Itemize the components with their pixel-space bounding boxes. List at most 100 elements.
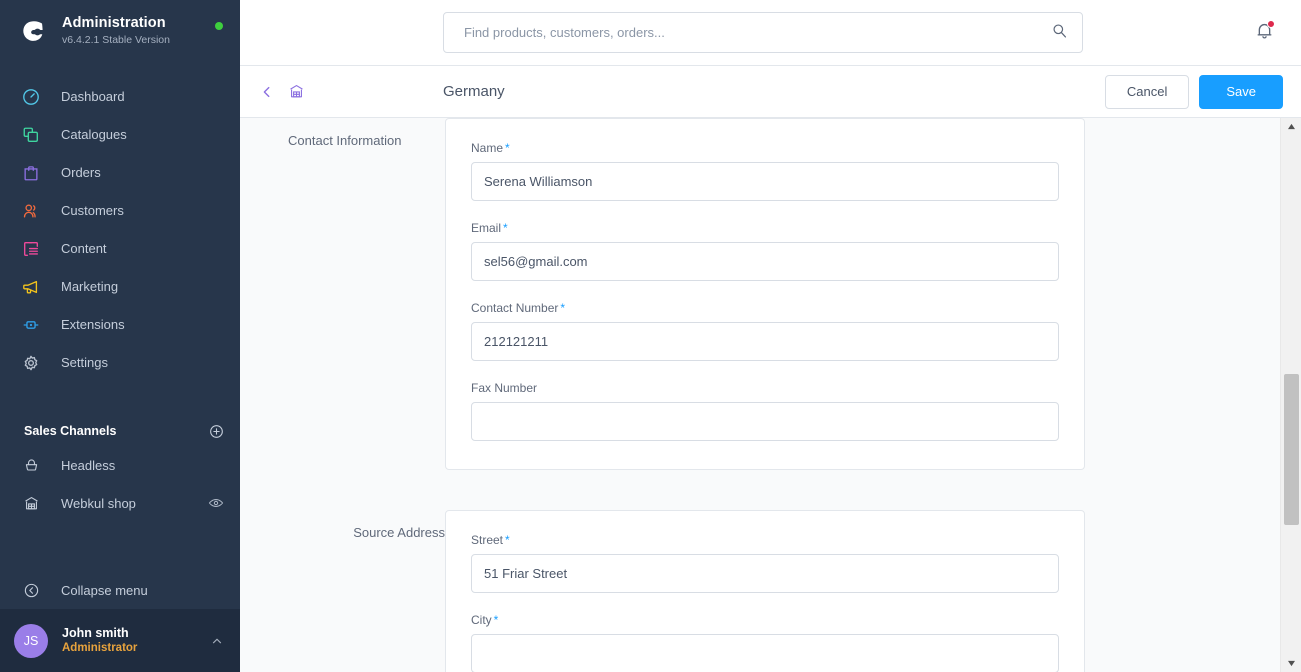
user-role: Administrator xyxy=(62,642,138,654)
required-marker: * xyxy=(493,613,499,627)
sidebar-item-label: Dashboard xyxy=(61,89,125,104)
field-label: Email * xyxy=(471,221,1059,235)
search-input[interactable] xyxy=(464,25,1051,40)
storefront-icon[interactable] xyxy=(288,83,305,100)
scroll-up-icon[interactable] xyxy=(1281,118,1301,135)
section-label: Contact Information xyxy=(288,133,402,148)
notification-badge xyxy=(1267,20,1275,28)
field-name: Name * xyxy=(471,141,1059,201)
email-input[interactable] xyxy=(471,242,1059,281)
sidebar-item-catalogues[interactable]: Catalogues xyxy=(0,116,240,154)
page-header: Germany Cancel Save xyxy=(240,66,1301,118)
sidebar-item-webkul-shop[interactable]: Webkul shop xyxy=(0,484,240,522)
cancel-button[interactable]: Cancel xyxy=(1104,74,1190,109)
contact-information-card: Name* Email* Contact Num xyxy=(445,118,1085,470)
eye-icon[interactable] xyxy=(208,495,224,511)
field-email: Email * xyxy=(471,221,1059,281)
field-label: City * xyxy=(471,613,1059,627)
required-marker: * xyxy=(560,301,566,315)
shopware-logo-icon xyxy=(16,14,50,48)
fax-number-input[interactable] xyxy=(471,402,1059,441)
sidebar-item-marketing[interactable]: Marketing xyxy=(0,268,240,306)
collapse-menu-button[interactable]: Collapse menu xyxy=(0,571,240,609)
field-label: Name * xyxy=(471,141,1059,155)
user-meta: John smith Administrator xyxy=(62,625,210,656)
form-scroll-area: Contact Information Name* Email* xyxy=(240,118,1280,672)
field-city: City * xyxy=(471,613,1059,672)
field-label-text: Street xyxy=(471,533,504,547)
page-title: Germany xyxy=(443,83,505,100)
sidebar-item-label: Catalogues xyxy=(61,127,127,142)
field-label: Street * xyxy=(471,533,1059,547)
search-icon[interactable] xyxy=(1051,22,1068,44)
status-dot-icon xyxy=(215,22,223,30)
content-icon xyxy=(20,238,42,260)
field-label: Fax Number xyxy=(471,381,1059,395)
extensions-icon xyxy=(20,314,42,336)
notification-bell-button[interactable] xyxy=(1249,18,1279,48)
sidebar-item-settings[interactable]: Settings xyxy=(0,344,240,382)
main-area: Germany Cancel Save Contact Information … xyxy=(240,0,1301,672)
sales-channels-header: Sales Channels xyxy=(0,416,240,446)
field-contact-number: Contact Number * xyxy=(471,301,1059,361)
field-label-text: Contact Number xyxy=(471,301,559,315)
customers-icon xyxy=(20,200,42,222)
sales-channels-title: Sales Channels xyxy=(24,424,117,438)
content-scroll-region: Contact Information Name* Email* xyxy=(240,118,1301,672)
sidebar-item-orders[interactable]: Orders xyxy=(0,154,240,192)
city-input[interactable] xyxy=(471,634,1059,672)
required-marker: * xyxy=(503,221,508,235)
user-profile-bar[interactable]: JS John smith Administrator xyxy=(0,609,240,672)
street-input[interactable] xyxy=(471,554,1059,593)
vertical-scrollbar[interactable] xyxy=(1280,118,1301,672)
user-name: John smith xyxy=(62,626,129,640)
collapse-icon xyxy=(20,579,42,601)
save-button[interactable]: Save xyxy=(1199,74,1283,109)
sidebar-item-headless[interactable]: Headless xyxy=(0,446,240,484)
chevron-up-icon[interactable] xyxy=(210,634,224,648)
settings-icon xyxy=(20,352,42,374)
sidebar-item-dashboard[interactable]: Dashboard xyxy=(0,78,240,116)
sidebar-item-label: Content xyxy=(61,241,107,256)
sidebar-item-extensions[interactable]: Extensions xyxy=(0,306,240,344)
plus-circle-icon[interactable] xyxy=(209,424,224,439)
brand-title: Administration xyxy=(62,15,166,31)
orders-icon xyxy=(20,162,42,184)
catalogues-icon xyxy=(20,124,42,146)
sidebar-item-customers[interactable]: Customers xyxy=(0,192,240,230)
main-navigation: Dashboard Catalogues Orders Customers Co… xyxy=(0,78,240,382)
sidebar-item-label: Extensions xyxy=(61,317,125,332)
avatar: JS xyxy=(14,623,48,658)
field-label: Contact Number * xyxy=(471,301,1059,315)
required-marker: * xyxy=(505,533,510,547)
name-input[interactable] xyxy=(471,162,1059,201)
section-source-address: Source Address Street* City* xyxy=(240,510,1280,672)
sidebar-item-content[interactable]: Content xyxy=(0,230,240,268)
storefront-icon xyxy=(20,492,42,514)
field-label-text: Fax Number xyxy=(471,381,538,395)
sidebar-item-label: Settings xyxy=(61,355,108,370)
sidebar-item-label: Customers xyxy=(61,203,124,218)
chevron-left-icon[interactable] xyxy=(256,81,278,103)
section-label: Source Address xyxy=(353,525,445,540)
scroll-down-icon[interactable] xyxy=(1281,655,1301,672)
brand-header[interactable]: Administration v6.4.2.1 Stable Version xyxy=(0,0,240,58)
marketing-icon xyxy=(20,276,42,298)
search-box[interactable] xyxy=(443,12,1083,53)
top-bar xyxy=(240,0,1301,66)
brand-version: v6.4.2.1 Stable Version xyxy=(62,34,170,46)
field-label-text: Email xyxy=(471,221,502,235)
collapse-menu-label: Collapse menu xyxy=(61,582,148,598)
sidebar-item-label: Orders xyxy=(61,165,101,180)
contact-number-input[interactable] xyxy=(471,322,1059,361)
sidebar-item-label: Webkul shop xyxy=(61,495,136,511)
headless-icon xyxy=(20,454,42,476)
sidebar-item-label: Marketing xyxy=(61,279,119,294)
field-label-text: Name xyxy=(471,141,504,155)
header-actions: Cancel Save xyxy=(1104,74,1283,109)
field-street: Street * xyxy=(471,533,1059,593)
search-container xyxy=(443,12,1083,53)
scrollbar-thumb[interactable] xyxy=(1284,374,1299,525)
field-label-text: City xyxy=(471,613,492,627)
